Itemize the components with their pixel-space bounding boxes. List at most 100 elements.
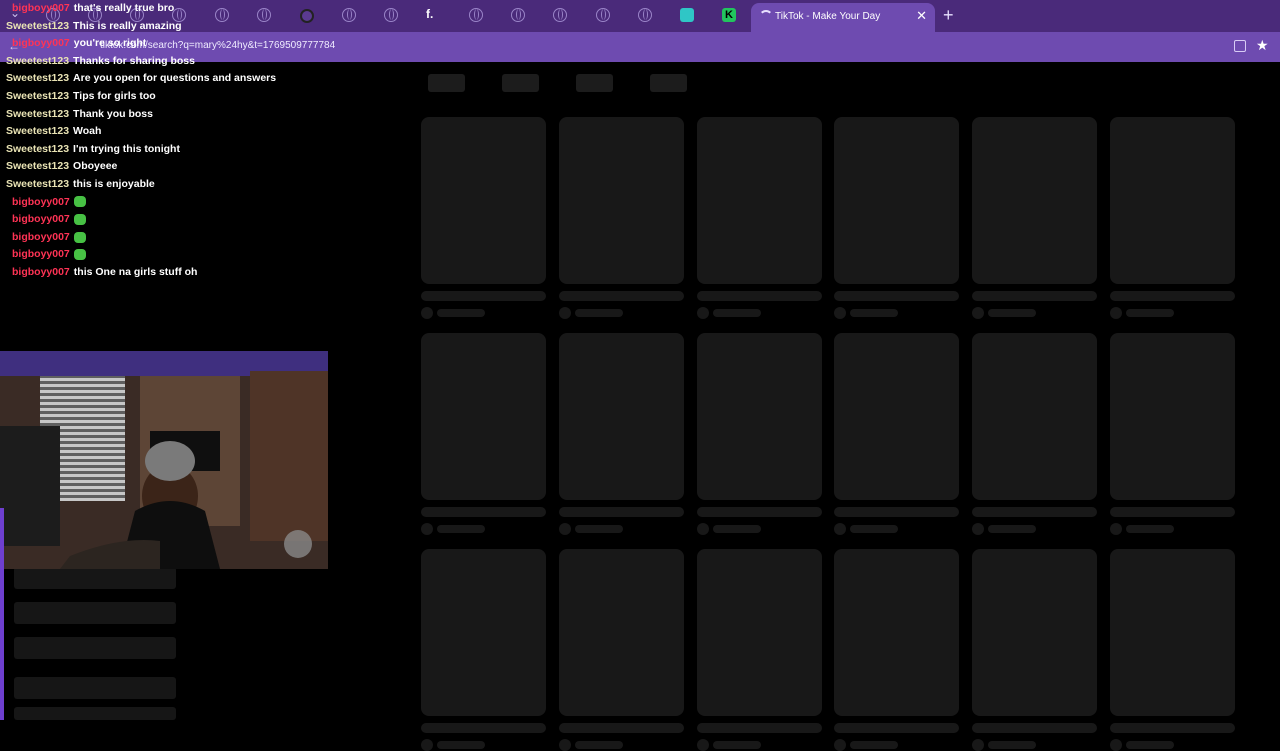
video-title-placeholder [834,507,959,517]
avatar-placeholder [421,307,433,319]
chat-text: Oboyeee [73,160,118,173]
chat-message: bigboyy007 [6,196,86,208]
tab-circle-icon[interactable] [300,9,314,23]
username-placeholder [437,741,485,749]
sidebar-placeholder [14,707,176,720]
avatar-placeholder [421,523,433,535]
chat-text: Are you open for questions and answers [73,72,277,85]
username-placeholder [575,309,623,317]
chat-username: Sweetest123 [6,178,70,190]
chat-text: Tips for girls too [73,90,156,102]
username-placeholder [713,741,761,749]
username-placeholder [437,525,485,533]
chat-username: Sweetest123 [6,107,70,120]
tab-globe-icon[interactable] [511,8,525,22]
avatar-placeholder [559,307,571,319]
video-title-placeholder [421,723,546,733]
video-title-placeholder [1110,507,1235,517]
tab-globe-icon[interactable] [215,8,229,22]
video-card-placeholder[interactable] [421,549,546,716]
chat-username: bigboyy007 [12,37,70,50]
username-placeholder [437,309,485,317]
video-card-placeholder[interactable] [559,333,684,500]
chat-message: bigboyy007 [6,231,86,243]
video-card-placeholder[interactable] [1110,549,1235,716]
avatar-placeholder [1110,307,1122,319]
video-card-placeholder[interactable] [1110,333,1235,500]
sidebar-placeholder [14,637,176,659]
chat-username: Sweetest123 [6,142,70,155]
video-card-placeholder[interactable] [972,333,1097,500]
video-title-placeholder [421,507,546,517]
username-placeholder [1126,525,1174,533]
close-tab-icon[interactable]: ✕ [916,8,927,24]
tab-globe-icon[interactable] [638,8,652,22]
video-card-placeholder[interactable] [834,117,959,284]
video-card-placeholder[interactable] [972,117,1097,284]
tab-globe-icon[interactable] [384,8,398,22]
avatar-placeholder [972,739,984,751]
tab-k-icon[interactable]: K [722,8,736,22]
chat-message: Sweetest123 Are you open for questions an… [6,72,276,84]
emoji-icon [73,213,86,225]
search-tab-placeholder [576,74,613,92]
webcam-overlay [0,351,328,569]
video-card-placeholder[interactable] [834,549,959,716]
open-in-app-icon[interactable] [1234,40,1246,52]
video-title-placeholder [972,723,1097,733]
tab-globe-icon[interactable] [596,8,610,22]
username-placeholder [713,309,761,317]
tab-active[interactable]: TikTok - Make Your Day ✕ [751,3,935,32]
video-title-placeholder [1110,291,1235,301]
chat-text: you're so right [73,37,147,50]
chat-text: I'm trying this tonight [73,142,180,155]
chat-message: Sweetest123 this is enjoyable [6,178,155,190]
left-accent-strip [0,508,4,720]
video-title-placeholder [834,723,959,733]
chat-text: this One na girls stuff oh [73,266,198,278]
webcam-image [0,351,328,569]
chat-text: this is enjoyable [73,178,155,190]
chat-username: bigboyy007 [12,2,70,14]
video-card-placeholder[interactable] [421,117,546,284]
video-card-placeholder[interactable] [421,333,546,500]
chat-overlay: bigboyy007 that's really true bro Sweetest… [0,2,330,347]
video-card-placeholder[interactable] [972,549,1097,716]
chat-text: Woah [73,125,102,138]
username-placeholder [850,309,898,317]
tab-f-icon[interactable]: f. [426,7,433,21]
chat-message: Sweetest123 Woah [6,125,101,137]
emoji-icon [73,196,86,208]
star-icon[interactable]: ★ [1256,37,1269,54]
new-tab-button[interactable]: + [943,5,954,26]
chat-username: bigboyy007 [12,248,70,261]
emoji-icon [73,249,86,261]
chat-username: bigboyy007 [12,213,70,226]
tab-camera-icon[interactable] [680,8,694,22]
video-card-placeholder[interactable] [697,549,822,716]
username-placeholder [988,525,1036,533]
tab-globe-icon[interactable] [469,8,483,22]
video-card-placeholder[interactable] [697,117,822,284]
chat-username: bigboyy007 [12,266,70,278]
video-title-placeholder [697,723,822,733]
sidebar-placeholder [14,677,176,699]
tab-globe-icon[interactable] [257,8,271,22]
chat-username: Sweetest123 [6,160,70,173]
video-card-placeholder[interactable] [1110,117,1235,284]
video-title-placeholder [559,507,684,517]
avatar-placeholder [972,307,984,319]
video-title-placeholder [421,291,546,301]
avatar-placeholder [1110,739,1122,751]
tab-globe-icon[interactable] [553,8,567,22]
video-card-placeholder[interactable] [834,333,959,500]
chat-message: bigboyy007 [6,213,86,225]
tab-globe-icon[interactable] [342,8,356,22]
video-card-placeholder[interactable] [559,117,684,284]
chat-message: Sweetest123 Tips for girls too [6,90,156,102]
video-card-placeholder[interactable] [559,549,684,716]
chat-message: bigboyy007 this One na girls stuff oh [6,266,197,278]
chat-message: bigboyy007 that's really true bro [6,2,174,14]
video-card-placeholder[interactable] [697,333,822,500]
video-title-placeholder [697,291,822,301]
